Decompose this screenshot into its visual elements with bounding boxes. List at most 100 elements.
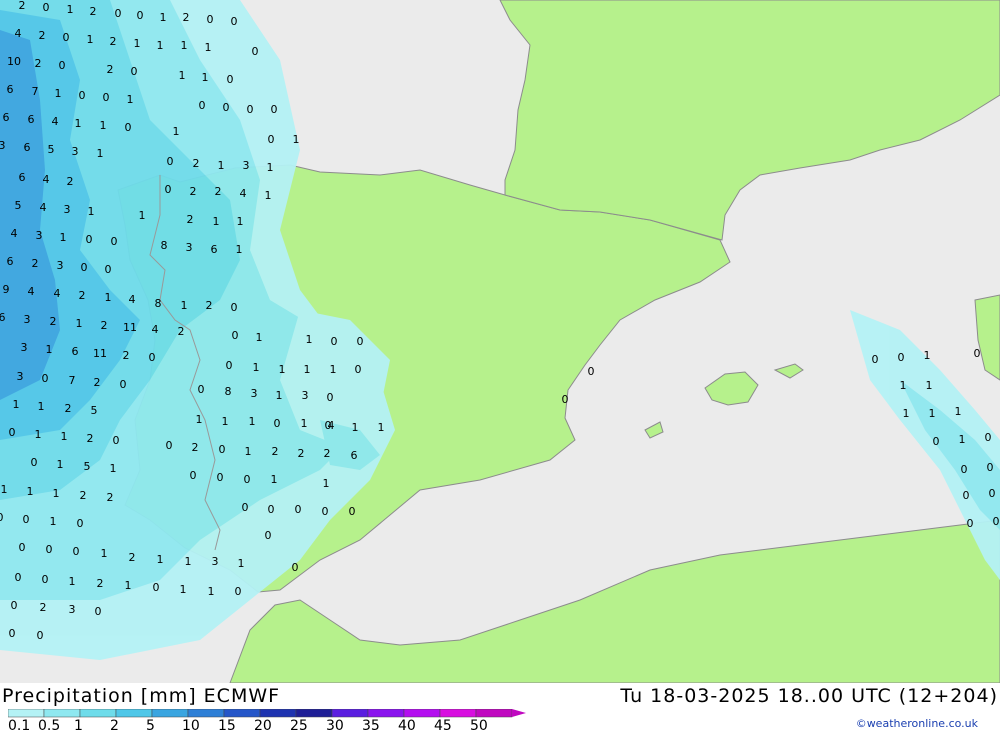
precip-value: 4 [152, 323, 159, 336]
precip-value: 3 [57, 259, 64, 272]
legend-swatch [331, 709, 369, 718]
precip-value: 1 [218, 159, 225, 172]
legend-label: 5 [146, 718, 155, 731]
precip-value: 1 [279, 363, 286, 376]
precip-value: 1 [304, 363, 311, 376]
precip-value: 2 [107, 63, 114, 76]
precip-value: 2 [40, 601, 47, 614]
precip-value: 1 [301, 417, 308, 430]
precip-value: 1 [959, 433, 966, 446]
legend-label: 30 [326, 718, 344, 731]
precip-value: 1 [55, 87, 62, 100]
precip-value: 1 [105, 291, 112, 304]
precip-value: 0 [235, 585, 242, 598]
precip-value: 3 [21, 341, 28, 354]
precip-value: 0 [190, 469, 197, 482]
precip-value: 6 [0, 311, 6, 324]
legend-arrow [512, 709, 526, 717]
precip-value: 6 [28, 113, 35, 126]
legend-label: 0.5 [38, 718, 60, 731]
precip-value: 0 [227, 73, 234, 86]
precip-value: 2 [324, 447, 331, 460]
precip-value: 7 [32, 85, 39, 98]
precip-value: 4 [328, 419, 335, 432]
precip-value: 3 [243, 159, 250, 172]
legend-swatch [151, 709, 189, 718]
precip-value: 0 [9, 426, 16, 439]
precip-value: 5 [91, 404, 98, 417]
precip-value: 0 [0, 511, 4, 524]
precip-value: 6 [19, 171, 26, 184]
precip-value: 1 [134, 37, 141, 50]
precip-value: 1 [38, 400, 45, 413]
precip-value: 0 [274, 417, 281, 430]
precip-value: 2 [50, 315, 57, 328]
precip-value: 0 [217, 471, 224, 484]
precip-value: 6 [7, 83, 14, 96]
legend-swatch [8, 709, 45, 718]
precip-value: 0 [153, 581, 160, 594]
precip-value: 1 [13, 398, 20, 411]
precip-value: 6 [24, 141, 31, 154]
legend-label: 0.1 [8, 718, 30, 731]
precip-value: 4 [129, 293, 136, 306]
precip-value: 1 [924, 349, 931, 362]
precip-value: 3 [72, 145, 79, 158]
precip-value: 2 [65, 402, 72, 415]
precip-value: 0 [9, 627, 16, 640]
legend-label: 40 [398, 718, 416, 731]
precip-value: 4 [54, 287, 61, 300]
precip-value: 0 [86, 233, 93, 246]
precip-value: 1 [160, 11, 167, 24]
precip-value: 1 [276, 389, 283, 402]
precip-value: 1 [127, 93, 134, 106]
precip-value: 1 [222, 415, 229, 428]
precip-value: 1 [125, 579, 132, 592]
precip-value: 2 [298, 447, 305, 460]
precip-value: 2 [97, 577, 104, 590]
precip-value: 1 [926, 379, 933, 392]
precip-value: 3 [0, 139, 6, 152]
precip-value: 0 [77, 517, 84, 530]
precip-value: 1 [929, 407, 936, 420]
credit-link[interactable]: ©weatheronline.co.uk [856, 717, 978, 730]
precip-value: 1 [213, 215, 220, 228]
precip-value: 0 [562, 393, 569, 406]
precip-value: 1 [900, 379, 907, 392]
precip-value: 0 [11, 599, 18, 612]
legend-swatch [223, 709, 261, 718]
precip-value: 1 [271, 473, 278, 486]
precip-value: 3 [186, 241, 193, 254]
legend-label: 25 [290, 718, 308, 731]
precip-value: 6 [211, 243, 218, 256]
precip-value: 1 [97, 147, 104, 160]
precip-value: 1 [69, 575, 76, 588]
precip-value: 11 [123, 321, 137, 334]
precip-value: 0 [933, 435, 940, 448]
precip-value: 0 [961, 463, 968, 476]
precip-value: 0 [231, 15, 238, 28]
precip-value: 1 [67, 3, 74, 16]
precip-value: 0 [588, 365, 595, 378]
legend-swatch [439, 709, 477, 718]
precip-value: 8 [155, 297, 162, 310]
precip-value: 0 [265, 529, 272, 542]
precip-value: 0 [42, 573, 49, 586]
precip-value: 1 [245, 445, 252, 458]
precip-value: 2 [129, 551, 136, 564]
precip-value: 0 [15, 571, 22, 584]
precip-value: 0 [59, 59, 66, 72]
precip-value: 1 [205, 41, 212, 54]
precip-value: 1 [903, 407, 910, 420]
legend-swatch [43, 709, 81, 718]
precip-value: 0 [219, 443, 226, 456]
precip-value: 1 [139, 209, 146, 222]
precip-value: 0 [987, 461, 994, 474]
precip-value: 6 [351, 449, 358, 462]
precip-value: 1 [202, 71, 209, 84]
precip-value: 1 [100, 119, 107, 132]
precip-value: 1 [196, 413, 203, 426]
precip-value: 11 [93, 347, 107, 360]
precip-value: 2 [107, 491, 114, 504]
precip-value: 0 [42, 372, 49, 385]
